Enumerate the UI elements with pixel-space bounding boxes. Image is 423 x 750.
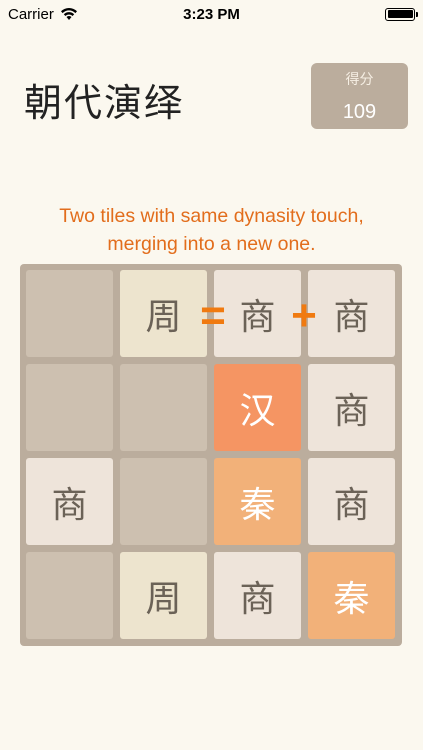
- score-box: 得分 109: [311, 63, 408, 129]
- tile-empty: [120, 364, 207, 451]
- status-left: Carrier: [8, 6, 78, 23]
- tile-zhou: 周: [120, 270, 207, 357]
- hint-line-2: merging into a new one.: [107, 233, 316, 255]
- tile-shang: 商: [26, 458, 113, 545]
- battery-icon: [385, 7, 418, 21]
- tile-shang: 商: [214, 552, 301, 639]
- tile-shang: 商: [308, 364, 395, 451]
- tile-empty: [26, 270, 113, 357]
- carrier-label: Carrier: [8, 5, 54, 23]
- battery-fill: [387, 10, 413, 18]
- game-board[interactable]: 周 商 商 汉 商 商 秦 商 周 商 秦 = +: [20, 264, 402, 646]
- tile-empty: [26, 552, 113, 639]
- equals-operator: =: [200, 291, 226, 340]
- hint-line-1: Two tiles with same dynasity touch,: [59, 205, 364, 227]
- hint-text: Two tiles with same dynasity touch, merg…: [0, 202, 423, 258]
- tile-empty: [26, 364, 113, 451]
- tile-qin: 秦: [214, 458, 301, 545]
- tile-zhou: 周: [120, 552, 207, 639]
- score-label: 得分: [345, 72, 374, 88]
- tile-han: 汉: [214, 364, 301, 451]
- status-bar: Carrier 3:23 PM: [0, 0, 423, 28]
- tile-shang: 商: [308, 458, 395, 545]
- plus-operator: +: [291, 291, 317, 340]
- wifi-icon: [60, 8, 77, 20]
- tile-empty: [120, 458, 207, 545]
- tile-qin: 秦: [308, 552, 395, 639]
- app-title: 朝代演绎: [24, 81, 185, 125]
- score-value: 109: [342, 101, 377, 123]
